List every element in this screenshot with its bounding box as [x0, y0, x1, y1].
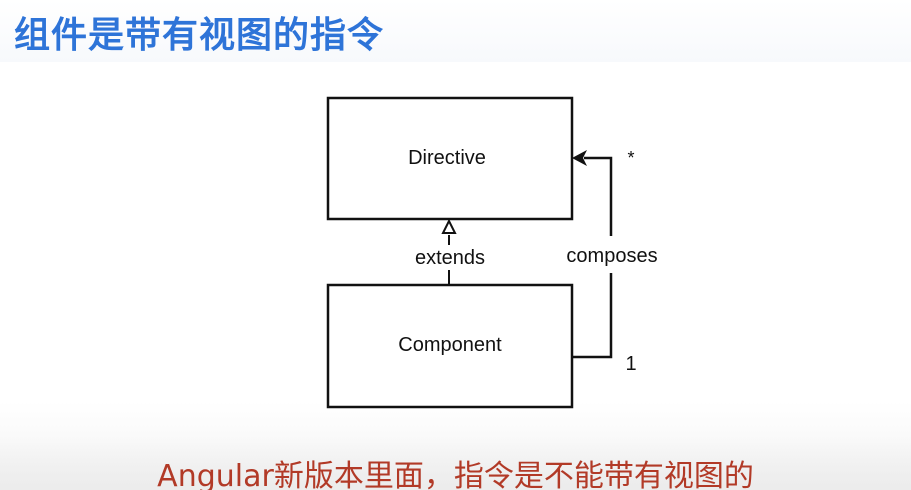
slide: 组件是带有视图的指令 Directive Component extends c…	[0, 0, 911, 490]
component-label: Component	[398, 334, 502, 356]
multiplicity-target: *	[627, 148, 634, 168]
generalization-arrowhead-icon	[441, 218, 457, 234]
composes-line-upper	[584, 156, 613, 236]
caption-subtitle: Angular新版本里面，指令是不能带有视图的	[157, 459, 754, 490]
uml-diagram: Directive Component extends composes * 1	[326, 96, 658, 409]
composes-line-lower	[573, 273, 613, 359]
directive-label: Directive	[408, 147, 486, 169]
composes-label: composes	[566, 245, 657, 267]
multiplicity-source: 1	[625, 353, 636, 375]
extends-label: extends	[415, 247, 485, 269]
